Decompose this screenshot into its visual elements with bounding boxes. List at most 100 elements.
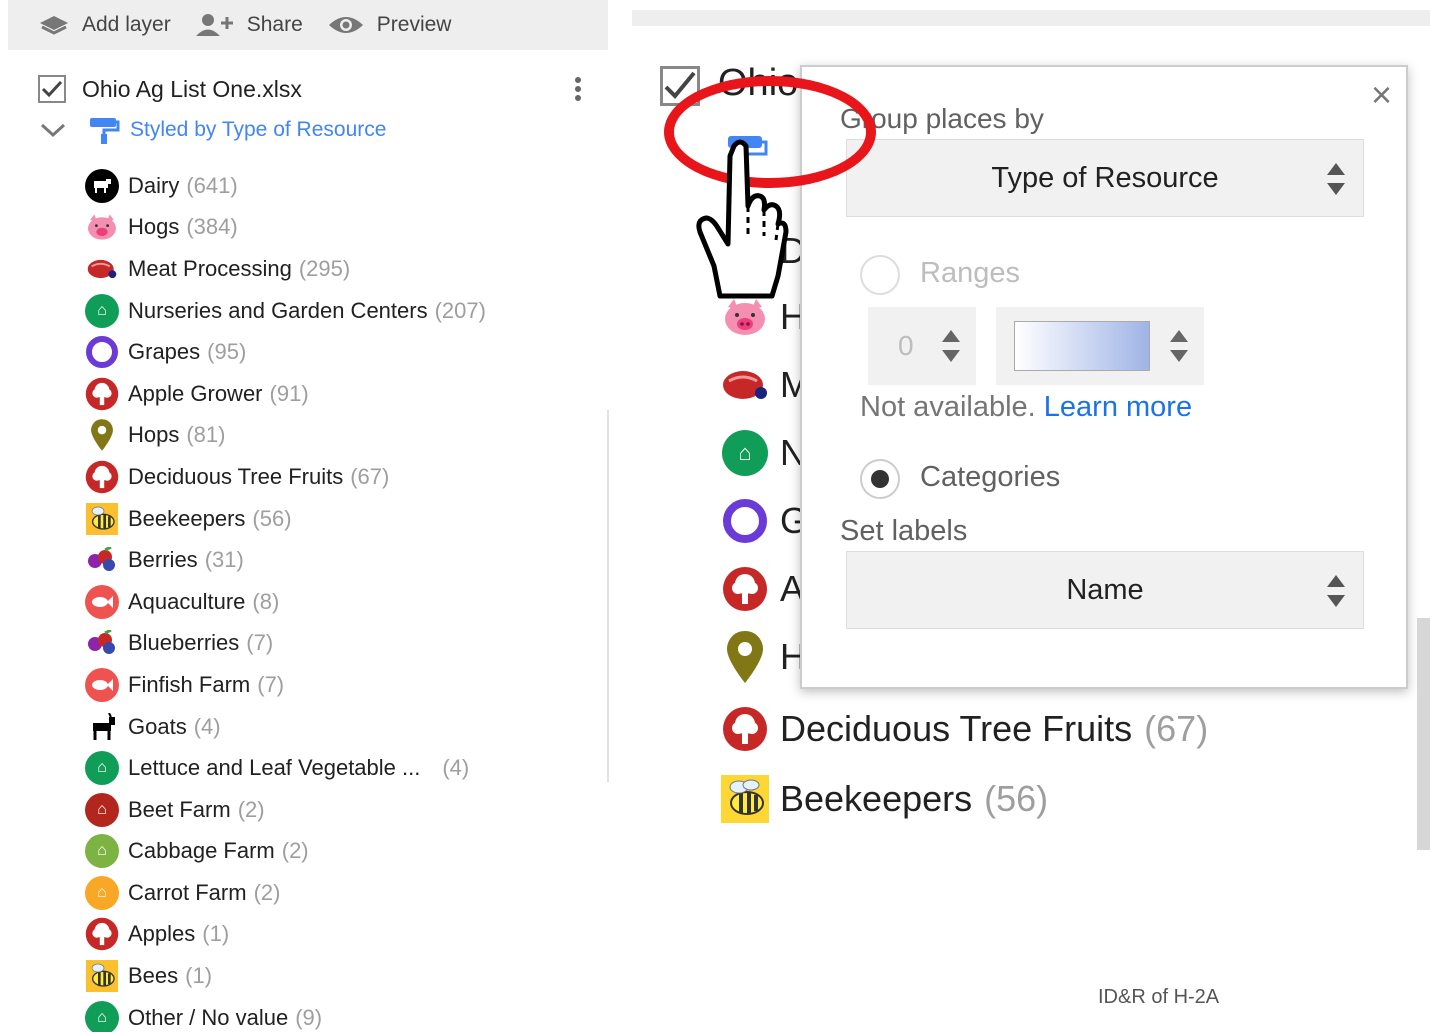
- category-name: Other / No value: [128, 1004, 289, 1030]
- meat-icon: [84, 251, 120, 287]
- category-name: Beet Farm: [128, 796, 231, 822]
- group-by-select[interactable]: Type of Resource: [846, 139, 1364, 217]
- chevron-down-icon[interactable]: [38, 120, 68, 140]
- category-item[interactable]: ⌂ Carrot Farm (2): [84, 872, 604, 914]
- category-name: Hops: [128, 422, 180, 448]
- category-count: (2): [237, 796, 265, 822]
- farm-icon: ⌂: [84, 833, 120, 869]
- cow-icon: [84, 168, 120, 204]
- share-button[interactable]: Share: [195, 13, 303, 37]
- category-item[interactable]: Bees (1): [84, 955, 604, 997]
- paint-roller-icon[interactable]: [726, 134, 770, 162]
- fish-icon: [84, 584, 120, 620]
- category-item[interactable]: ⌂ Nurseries and Garden Centers (207): [84, 290, 604, 332]
- zoom-row-hops: H: [720, 631, 806, 683]
- preview-button[interactable]: Preview: [327, 13, 451, 37]
- meat-icon: [720, 360, 770, 410]
- style-label-link[interactable]: Styled by Type of Resource: [130, 118, 386, 142]
- category-item[interactable]: Goats (4): [84, 706, 604, 748]
- category-item[interactable]: Finfish Farm (7): [84, 664, 604, 706]
- layer-visibility-checkbox[interactable]: [38, 75, 66, 103]
- category-count: (9): [295, 1004, 323, 1030]
- category-item[interactable]: ⌂ Beet Farm (2): [84, 789, 604, 831]
- category-name: Finfish Farm: [128, 671, 251, 697]
- category-item[interactable]: Beekeepers (56): [84, 498, 604, 540]
- zoom-row-count: (56): [984, 778, 1049, 819]
- zoom-row-nurseries: ⌂ N: [720, 428, 806, 478]
- label-select[interactable]: Name: [846, 551, 1364, 629]
- share-label: Share: [246, 13, 303, 36]
- category-item[interactable]: ⌂ Other / No value (9): [84, 997, 604, 1032]
- tree-icon: [84, 916, 120, 952]
- scrollbar[interactable]: [1417, 618, 1430, 850]
- category-item[interactable]: ⌂ Cabbage Farm (2): [84, 831, 604, 873]
- add-layer-button[interactable]: Add layer: [38, 13, 171, 37]
- category-name: Nurseries and Garden Centers: [128, 297, 428, 323]
- farm-icon: ⌂: [84, 1000, 120, 1032]
- category-count: (8): [252, 588, 280, 614]
- category-count: (81): [186, 422, 226, 448]
- category-name: Berries: [128, 547, 198, 573]
- category-item[interactable]: Hops (81): [84, 415, 604, 457]
- category-count: (295): [298, 255, 351, 281]
- bee-icon: [84, 958, 120, 994]
- ranges-radio[interactable]: [860, 255, 900, 295]
- category-item[interactable]: Deciduous Tree Fruits (67): [84, 456, 604, 498]
- stepper-arrows-icon: [942, 330, 960, 362]
- check-icon: [664, 71, 696, 99]
- category-count: (207): [434, 297, 486, 323]
- category-count: (91): [269, 380, 309, 406]
- fish-icon: [84, 667, 120, 703]
- tree-icon: [84, 459, 120, 495]
- categories-radio[interactable]: [860, 459, 900, 499]
- category-name: Meat Processing: [128, 255, 292, 281]
- learn-more-link[interactable]: Learn more: [1044, 391, 1192, 423]
- category-item[interactable]: Hogs (384): [84, 207, 604, 249]
- ranges-label: Ranges: [920, 257, 1020, 289]
- category-item[interactable]: ⌂ Lettuce and Leaf Vegetable ... (4): [84, 747, 604, 789]
- category-count: (31): [204, 547, 244, 573]
- category-name: Deciduous Tree Fruits: [128, 463, 344, 489]
- style-row: Styled by Type of Resource: [38, 114, 386, 146]
- category-item[interactable]: Apples (1): [84, 914, 604, 956]
- category-item[interactable]: Meat Processing (295): [84, 248, 604, 290]
- not-available-note: Not available. Learn more: [860, 391, 1192, 424]
- group-by-value: Type of Resource: [991, 161, 1219, 194]
- zoom-row-beekeepers: Beekeepers (56): [720, 774, 1048, 824]
- zoom-row-deciduous: Deciduous Tree Fruits (67): [720, 704, 1208, 754]
- pig-icon: [720, 292, 770, 342]
- category-item[interactable]: Grapes (95): [84, 331, 604, 373]
- category-item[interactable]: Berries (31): [84, 539, 604, 581]
- category-item[interactable]: Apple Grower (91): [84, 373, 604, 415]
- paint-roller-icon[interactable]: [88, 115, 120, 145]
- footer-caption: ID&R of H-2A: [1098, 986, 1220, 1008]
- category-count: (384): [186, 214, 238, 240]
- pin-icon: [84, 417, 120, 453]
- category-item[interactable]: Blueberries (7): [84, 623, 604, 665]
- zoom-layer-checkbox[interactable]: [660, 66, 700, 106]
- category-item[interactable]: Aquaculture (8): [84, 581, 604, 623]
- category-name: Bees: [128, 963, 179, 989]
- category-name: Lettuce and Leaf Vegetable ...: [128, 755, 421, 781]
- zoom-row-name: Beekeepers: [780, 778, 973, 819]
- bee-icon: [720, 774, 770, 824]
- category-item[interactable]: Dairy (641): [84, 165, 604, 207]
- range-count-stepper[interactable]: 0: [868, 307, 976, 385]
- select-arrows-icon: [1327, 163, 1345, 195]
- layer-options-icon[interactable]: [572, 74, 584, 104]
- stepper-arrows-icon: [1170, 330, 1188, 362]
- layer-title[interactable]: Ohio Ag List One.xlsx: [82, 76, 302, 103]
- add-person-icon: [195, 14, 233, 36]
- tree-icon: [720, 564, 770, 614]
- category-name: Dairy: [128, 172, 180, 198]
- close-icon[interactable]: ×: [1371, 77, 1392, 113]
- zoom-row-name: Deciduous Tree Fruits: [780, 708, 1133, 749]
- category-name: Cabbage Farm: [128, 838, 275, 864]
- farm-icon: ⌂: [84, 875, 120, 911]
- layer-header: Ohio Ag List One.xlsx: [38, 72, 598, 106]
- bee-icon: [84, 501, 120, 537]
- category-name: Apples: [128, 921, 196, 947]
- range-color-picker[interactable]: [996, 307, 1204, 385]
- category-count: (641): [186, 172, 238, 198]
- category-count: (2): [253, 879, 281, 905]
